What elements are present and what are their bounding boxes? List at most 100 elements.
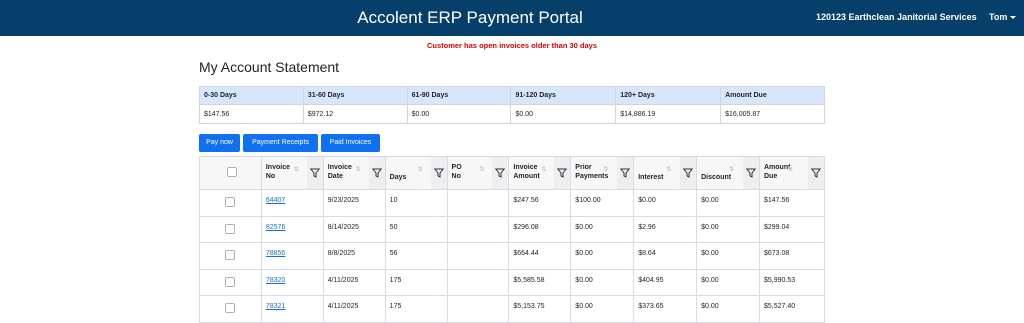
cell-amount: $5,585.58 [508,268,572,296]
sort-icon[interactable]: ⇅ [356,166,361,173]
aging-value: $16,005.87 [720,104,825,124]
invoice-link[interactable]: 78856 [266,250,285,257]
cell-days: 56 [384,242,448,270]
cell-interest: $404.95 [633,268,698,296]
filter-icon[interactable] [742,157,759,189]
filter-icon[interactable] [617,157,634,189]
cell-due: $5,990.53 [758,268,826,296]
row-checkbox[interactable] [225,250,236,260]
invoice-link[interactable]: 78321 [266,303,285,310]
company-name: 120123 Earthclean Janitorial Services [816,12,977,22]
cell-interest: $2.96 [633,215,698,243]
cell-date: 4/11/2025 [322,295,386,323]
payment-receipts-button[interactable]: Payment Receipts [243,134,318,152]
cell-date: 8/14/2025 [322,215,386,243]
row-checkbox[interactable] [225,197,236,207]
column-label-line2: No [265,173,276,180]
column-header[interactable]: Invoice No ⇅ [260,156,324,190]
column-header[interactable]: Interest ⇅ [633,156,698,190]
column-label: Invoice Date [328,163,352,181]
overdue-alert: Customer has open invoices older than 30… [426,41,598,50]
filter-icon[interactable] [554,157,571,189]
column-header[interactable]: Prior Payments ⇅ [570,156,635,190]
column-header[interactable]: Discount ⇅ [696,156,760,190]
aging-value: $0.00 [406,104,512,124]
table-row: 64407 9/23/2025 10 $247.56 $100.00 $0.00 $0.00… [199,189,826,217]
paid-invoices-button[interactable]: Paid Invoices [321,134,380,152]
select-all-checkbox[interactable] [227,167,238,177]
invoice-no-cell: 64407 [260,189,324,217]
column-label: Days [390,173,407,182]
filter-icon[interactable] [680,157,697,189]
column-label: Amount Due [764,163,790,181]
cell-discount: $0.00 [696,242,760,270]
cell-days: 10 [384,189,448,217]
column-label-line1: Prior [575,164,592,171]
column-label: Interest [638,173,663,182]
sort-icon[interactable]: ⇅ [541,166,546,173]
invoice-link[interactable]: 82576 [266,224,285,231]
invoice-no-cell: 78321 [260,295,324,323]
caret-down-icon [1010,16,1017,20]
cell-days: 175 [384,268,448,296]
sort-icon[interactable]: ⇅ [294,166,299,173]
filter-icon[interactable] [306,157,323,189]
pay-now-button[interactable]: Pay now [199,134,240,152]
cell-prior: $100.00 [570,189,635,217]
column-label-line2: Payments [575,173,609,180]
aging-value: $0.00 [510,104,617,124]
column-header[interactable]: PO No ⇅ [446,156,510,190]
page-title: My Account Statement [199,59,340,75]
aging-value: $14,886.19 [615,104,722,124]
aging-header: 61-90 Days [406,86,512,105]
invoice-no-cell: 78856 [260,242,324,270]
cell-date: 9/23/2025 [322,189,386,217]
cell-days: 50 [384,215,448,243]
filter-icon[interactable] [368,157,385,189]
sort-icon[interactable]: ⇅ [603,166,608,173]
cell-discount: $0.00 [696,189,760,217]
cell-interest: $373.65 [633,295,698,323]
cell-date: 8/8/2025 [322,242,386,270]
aging-header: 31-60 Days [302,86,408,105]
sort-icon[interactable]: ⇅ [418,166,423,173]
column-header[interactable]: Invoice Date ⇅ [322,156,386,190]
cell-amount: $247.56 [508,189,572,217]
invoice-link[interactable]: 64407 [266,197,285,204]
select-all-cell [199,156,262,190]
filter-icon[interactable] [430,157,447,189]
sort-icon[interactable]: ⇅ [666,166,671,173]
cell-due: $147.56 [758,189,826,217]
row-checkbox[interactable] [225,223,236,234]
cell-po [446,242,510,270]
row-checkbox[interactable] [225,303,236,313]
cell-po [446,189,510,217]
cell-due: $5,527.40 [758,295,826,323]
filter-icon[interactable] [492,157,509,189]
column-label-line1: Amount [763,164,791,171]
column-header[interactable]: Invoice Amount ⇅ [508,156,572,190]
sort-icon[interactable]: ⇅ [480,166,485,173]
row-select-cell [199,295,262,323]
invoice-link[interactable]: 78320 [266,277,285,284]
filter-icon[interactable] [808,157,824,189]
cell-po [446,215,510,243]
cell-amount: $296.08 [508,215,572,243]
row-select-cell [199,189,262,217]
column-label-line2: Date [327,173,343,180]
user-name: Tom [989,12,1008,22]
column-label-line1: Days [389,174,407,181]
sort-icon[interactable]: ⇅ [788,166,793,173]
user-menu[interactable]: Tom [989,12,1017,22]
cell-interest: $0.00 [633,189,698,217]
sort-icon[interactable]: ⇅ [729,166,734,173]
table-row: 78321 4/11/2025 175 $5,153.75 $0.00 $373.65 $0… [199,295,826,323]
column-header[interactable]: Amount Due ⇅ [758,156,826,190]
aging-header: 0-30 Days [199,86,304,105]
cell-date: 4/11/2025 [322,268,386,296]
row-checkbox[interactable] [225,276,236,287]
cell-discount: $0.00 [696,268,760,296]
cell-due: $299.04 [758,215,826,243]
column-header[interactable]: Days ⇅ [384,156,448,190]
aging-header: 120+ Days [615,86,722,105]
